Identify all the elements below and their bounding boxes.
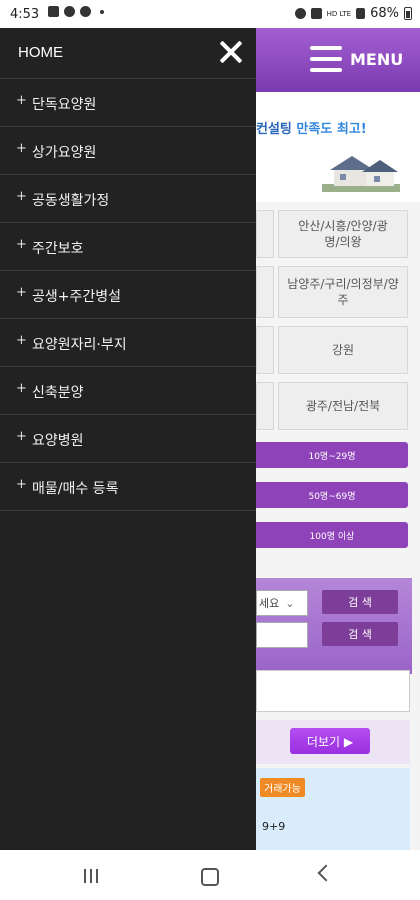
notification-icons — [48, 6, 104, 17]
close-icon[interactable] — [218, 39, 244, 65]
message-icon — [64, 6, 75, 17]
drawer-item-6[interactable]: + 요양원자리·부지 — [0, 319, 256, 367]
gallery-icon — [48, 6, 59, 17]
capacity-pill-label: 50명~69명 — [308, 491, 356, 502]
drawer-item-label: 요양병원 — [32, 433, 84, 449]
capacity-pill-1[interactable]: 10명~29명 — [256, 442, 408, 468]
drawer-item-label: 신축분양 — [32, 385, 84, 401]
battery-percent: 68% — [370, 6, 399, 21]
mute-icon — [310, 8, 322, 19]
region-button-left-3[interactable] — [256, 326, 274, 374]
hamburger-menu-icon[interactable] — [310, 46, 342, 72]
region-button-left-4[interactable] — [256, 382, 274, 430]
search-select-value: 세요 — [259, 597, 280, 610]
region-button-1[interactable]: 안산/시흥/안양/광명/의왕 — [278, 210, 408, 258]
text-field[interactable] — [256, 670, 410, 712]
region-button-label: 안산/시흥/안양/광명/의왕 — [298, 219, 388, 249]
drawer-item-label: 공생+주간병설 — [32, 289, 122, 305]
plus-icon: + — [16, 285, 27, 300]
house-image — [322, 156, 400, 192]
drawer-header: HOME — [0, 28, 256, 79]
region-button-label: 강원 — [331, 343, 355, 357]
capacity-pill-2[interactable]: 50명~69명 — [256, 482, 408, 508]
more-button[interactable]: 더보기 ▶ — [290, 728, 370, 754]
system-icons: HD LTE 68% — [294, 6, 412, 21]
capacity-pill-label: 100명 이상 — [309, 531, 355, 542]
banner-headline-part-b: 만족도 최고! — [291, 122, 367, 137]
drawer-item-label: 매물/매수 등록 — [32, 481, 119, 497]
drawer-item-8[interactable]: + 요양병원 — [0, 415, 256, 463]
capacity-pill-3[interactable]: 100명 이상 — [256, 522, 408, 548]
banner-headline: 컨설팅 만족도 최고! — [256, 118, 367, 137]
plus-icon: + — [16, 189, 27, 204]
back-icon[interactable] — [317, 864, 335, 882]
battery-icon — [404, 7, 412, 20]
drawer-item-5[interactable]: + 공생+주간병설 — [0, 271, 256, 319]
drawer-item-9[interactable]: + 매물/매수 등록 — [0, 463, 256, 511]
system-nav-bar — [0, 850, 420, 900]
drawer-item-label: 상가요양원 — [32, 145, 97, 161]
plus-icon: + — [16, 429, 27, 444]
search-button-1[interactable]: 검 색 — [322, 590, 398, 614]
region-button-label: 광주/전남/전북 — [305, 399, 381, 413]
drawer-item-1[interactable]: + 단독요양원 — [0, 79, 256, 127]
more-notifications-icon — [100, 9, 104, 14]
drawer-item-3[interactable]: + 공동생활가정 — [0, 175, 256, 223]
menu-label[interactable]: MENU — [350, 50, 403, 69]
search-button-label: 검 색 — [348, 596, 372, 609]
plus-icon: + — [16, 93, 27, 108]
plus-icon: + — [16, 141, 27, 156]
listing-text: 9+9 — [262, 820, 286, 833]
plus-icon: + — [16, 381, 27, 396]
search-button-label: 검 색 — [348, 628, 372, 641]
alarm-icon — [294, 8, 306, 19]
search-input[interactable] — [256, 622, 308, 648]
promo-banner[interactable]: 컨설팅 만족도 최고! — [256, 92, 420, 202]
more-button-label: 더보기 ▶ — [306, 734, 354, 749]
status-bar: 4:53 HD LTE 68% — [0, 0, 420, 28]
status-badge: 거래가능 — [260, 778, 305, 797]
signal-icon — [356, 8, 366, 19]
region-button-4[interactable]: 광주/전남/전북 — [278, 382, 408, 430]
plus-icon: + — [16, 477, 27, 492]
banner-headline-part-a: 컨설팅 — [256, 122, 292, 137]
drawer-item-label: 단독요양원 — [32, 97, 97, 113]
plus-icon: + — [16, 333, 27, 348]
drawer-item-label: 요양원자리·부지 — [32, 337, 127, 353]
listing-panel[interactable]: 거래가능 9+9 — [256, 768, 410, 850]
more-bar: 더보기 ▶ — [256, 720, 410, 764]
search-select[interactable]: 세요 ⌄ — [256, 590, 308, 616]
drawer-item-label: 공동생활가정 — [32, 193, 110, 209]
navigation-drawer: HOME + 단독요양원 + 상가요양원 + 공동생활가정 + 주간보호 + 공… — [0, 28, 256, 850]
region-button-2[interactable]: 남양주/구리/의정부/양주 — [278, 266, 408, 318]
network-label: HD LTE — [326, 9, 352, 18]
drawer-item-7[interactable]: + 신축분양 — [0, 367, 256, 415]
region-button-3[interactable]: 강원 — [278, 326, 408, 374]
home-icon[interactable] — [201, 868, 219, 886]
drawer-item-4[interactable]: + 주간보호 — [0, 223, 256, 271]
drawer-item-2[interactable]: + 상가요양원 — [0, 127, 256, 175]
drawer-item-label: 주간보호 — [32, 241, 84, 257]
drawer-home-link[interactable]: HOME — [18, 44, 63, 61]
plus-icon: + — [16, 237, 27, 252]
region-button-label: 남양주/구리/의정부/양주 — [287, 277, 399, 307]
chevron-down-icon: ⌄ — [285, 596, 295, 610]
recents-icon[interactable] — [84, 868, 102, 883]
capacity-pill-label: 10명~29명 — [308, 451, 356, 462]
search-panel: 세요 ⌄ 검 색 검 색 — [256, 578, 412, 674]
search-button-2[interactable]: 검 색 — [322, 622, 398, 646]
facebook-icon — [80, 6, 91, 17]
status-time: 4:53 — [10, 7, 40, 22]
region-button-left-2[interactable] — [256, 266, 274, 318]
region-button-left-1[interactable] — [256, 210, 274, 258]
